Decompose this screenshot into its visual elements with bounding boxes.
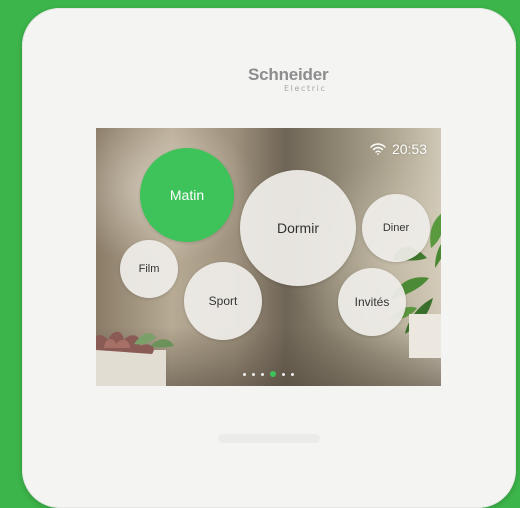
scene-film-button[interactable]: Film (120, 240, 178, 298)
page-dot[interactable] (243, 372, 246, 376)
brand-subtitle: Electric (284, 84, 327, 93)
scene-sport-button[interactable]: Sport (184, 262, 262, 340)
page-dot-active[interactable] (270, 371, 276, 377)
scene-film-label: Film (138, 263, 160, 275)
scene-dormir-label: Dormir (277, 220, 319, 236)
scene-invites-label: Invités (354, 295, 390, 309)
touch-screen: 20:53 Matin Dormir Diner Film Sport Invi… (96, 128, 441, 386)
page-dot[interactable] (261, 372, 264, 376)
scene-invites-button[interactable]: Invités (338, 268, 406, 336)
scene-matin-button[interactable]: Matin (140, 148, 234, 242)
scene-sport-label: Sport (208, 294, 238, 308)
brand-logo: Schneider Electric (248, 65, 342, 94)
scene-diner-button[interactable]: Diner (362, 194, 430, 262)
page-dot[interactable] (252, 372, 255, 376)
clock-time: 20:53 (391, 141, 427, 157)
scene-matin-label: Matin (169, 187, 205, 203)
page-indicator (96, 371, 441, 377)
status-bar: 20:53 (370, 141, 427, 157)
home-touch-bar[interactable] (218, 434, 320, 443)
brand-name: Schneider (248, 65, 329, 84)
page-dot[interactable] (291, 372, 294, 376)
scene-dormir-button[interactable]: Dormir (240, 170, 356, 286)
page-dot[interactable] (282, 372, 285, 376)
scene-diner-label: Diner (382, 222, 410, 234)
wifi-icon (370, 143, 386, 155)
